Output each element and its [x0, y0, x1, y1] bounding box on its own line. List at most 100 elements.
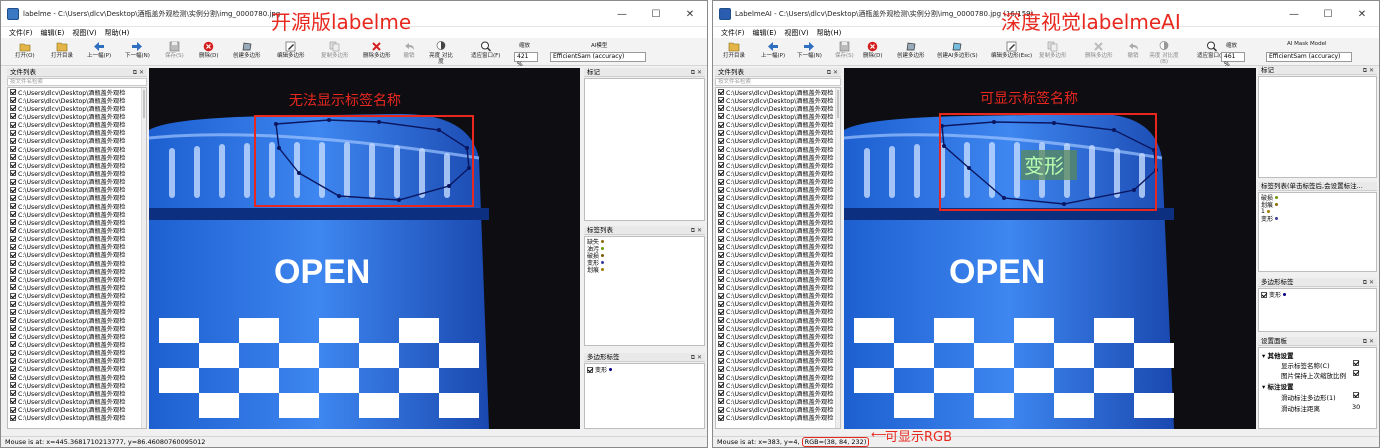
- file-checkbox[interactable]: [10, 203, 16, 210]
- file-checkbox[interactable]: [10, 300, 16, 307]
- zoom-input[interactable]: 421 %: [514, 52, 538, 68]
- label-list-item[interactable]: 划痕: [1259, 201, 1376, 209]
- file-checkbox[interactable]: [10, 414, 16, 421]
- panel-float-close-icon[interactable]: ⧉ ✕: [133, 68, 144, 77]
- undo-button[interactable]: 撤销: [403, 39, 415, 65]
- label-list-item[interactable]: 划痕: [585, 266, 704, 274]
- file-checkbox[interactable]: [718, 113, 724, 120]
- file-checkbox[interactable]: [10, 154, 16, 161]
- file-checkbox[interactable]: [718, 178, 724, 185]
- label-list-item[interactable]: 缺失: [585, 238, 704, 246]
- file-checkbox[interactable]: [10, 341, 16, 348]
- file-checkbox[interactable]: [718, 97, 724, 104]
- create-polygon-button[interactable]: 创建多边形: [897, 39, 925, 65]
- prev-image-button[interactable]: 上一幅(P): [87, 39, 111, 65]
- file-checkbox[interactable]: [10, 113, 16, 120]
- file-checkbox[interactable]: [10, 284, 16, 291]
- file-checkbox[interactable]: [718, 194, 724, 201]
- file-checkbox[interactable]: [10, 325, 16, 332]
- file-checkbox[interactable]: [718, 414, 724, 421]
- file-checkbox[interactable]: [10, 170, 16, 177]
- copy-polygon-button[interactable]: 复制多边形: [321, 39, 349, 65]
- file-checkbox[interactable]: [718, 365, 724, 372]
- file-list-item[interactable]: C:\Users\dlcv\Desktop\酒瓶盖外观检: [716, 414, 840, 422]
- file-checkbox[interactable]: [718, 325, 724, 332]
- file-checkbox[interactable]: [718, 300, 724, 307]
- file-checkbox[interactable]: [718, 227, 724, 234]
- file-checkbox[interactable]: [718, 154, 724, 161]
- menu-file[interactable]: 文件(F): [721, 28, 745, 38]
- show-label-name-checkbox[interactable]: [1353, 360, 1359, 366]
- file-checkbox[interactable]: [718, 121, 724, 128]
- file-search-input[interactable]: 按文件名检索: [715, 78, 841, 86]
- file-checkbox[interactable]: [10, 398, 16, 405]
- minimize-button[interactable]: —: [605, 1, 639, 27]
- polygon-label-item[interactable]: 变形: [1259, 291, 1376, 299]
- create-ai-polygon-button[interactable]: 创建AI多边形(S): [937, 39, 978, 65]
- menu-edit[interactable]: 编辑(E): [753, 28, 777, 38]
- zoom-input[interactable]: 461 %: [1221, 52, 1245, 68]
- edit-polygon-button[interactable]: 编辑多边形: [277, 39, 305, 65]
- scroll-polygon-checkbox[interactable]: [1353, 392, 1359, 398]
- file-checkbox[interactable]: [718, 406, 724, 413]
- menu-help[interactable]: 帮助(H): [817, 28, 842, 38]
- file-checkbox[interactable]: [10, 194, 16, 201]
- file-checkbox[interactable]: [718, 373, 724, 380]
- file-checkbox[interactable]: [10, 268, 16, 275]
- menu-file[interactable]: 文件(F): [9, 28, 33, 38]
- image-canvas[interactable]: OPEN 无法显示标签名称: [149, 68, 580, 429]
- menu-view[interactable]: 视图(V): [72, 28, 96, 38]
- file-checkbox[interactable]: [10, 382, 16, 389]
- file-checkbox[interactable]: [10, 308, 16, 315]
- file-checkbox[interactable]: [10, 162, 16, 169]
- file-list-item[interactable]: C:\Users\dlcv\Desktop\酒瓶盖外观检: [8, 414, 146, 422]
- file-checkbox[interactable]: [10, 357, 16, 364]
- file-checkbox[interactable]: [10, 292, 16, 299]
- edit-polygon-button[interactable]: 编辑多边形(Esc): [991, 39, 1032, 65]
- label-list-item[interactable]: 1: [1259, 208, 1376, 215]
- file-checkbox[interactable]: [718, 129, 724, 136]
- file-checkbox[interactable]: [10, 235, 16, 242]
- file-checkbox[interactable]: [718, 235, 724, 242]
- file-checkbox[interactable]: [718, 243, 724, 250]
- maximize-button[interactable]: ☐: [1311, 1, 1345, 27]
- save-button[interactable]: 保存(S): [165, 39, 184, 65]
- file-checkbox[interactable]: [718, 211, 724, 218]
- file-checkbox[interactable]: [10, 365, 16, 372]
- file-checkbox[interactable]: [718, 89, 724, 96]
- file-checkbox[interactable]: [10, 219, 16, 226]
- keep-zoom-checkbox[interactable]: [1353, 370, 1359, 376]
- file-checkbox[interactable]: [718, 146, 724, 153]
- file-checkbox[interactable]: [10, 276, 16, 283]
- menu-edit[interactable]: 编辑(E): [41, 28, 65, 38]
- open-button[interactable]: 打开(O): [15, 39, 35, 65]
- file-list-scrollbar[interactable]: [141, 88, 146, 428]
- file-checkbox[interactable]: [10, 251, 16, 258]
- copy-polygon-button[interactable]: 复制多边形: [1039, 39, 1067, 65]
- ai-model-select[interactable]: EfficientSam (accuracy): [550, 52, 646, 62]
- file-checkbox[interactable]: [10, 186, 16, 193]
- file-checkbox[interactable]: [10, 137, 16, 144]
- file-checkbox[interactable]: [10, 390, 16, 397]
- undo-button[interactable]: 撤销: [1127, 39, 1139, 65]
- file-checkbox[interactable]: [10, 333, 16, 340]
- file-checkbox[interactable]: [10, 317, 16, 323]
- file-checkbox[interactable]: [718, 170, 724, 177]
- file-checkbox[interactable]: [718, 105, 724, 112]
- file-checkbox[interactable]: [10, 406, 16, 413]
- file-checkbox[interactable]: [718, 398, 724, 405]
- open-dir-button[interactable]: 打开目录: [51, 39, 73, 65]
- maximize-button[interactable]: ☐: [639, 1, 673, 27]
- file-checkbox[interactable]: [10, 89, 16, 96]
- file-checkbox[interactable]: [718, 260, 724, 267]
- save-button[interactable]: 保存(S): [835, 39, 854, 65]
- label-list-item[interactable]: 破损: [1259, 194, 1376, 202]
- fit-window-button[interactable]: 适应窗口(F): [471, 39, 500, 65]
- file-checkbox[interactable]: [10, 178, 16, 185]
- close-button[interactable]: ✕: [1345, 1, 1379, 27]
- image-canvas[interactable]: OPEN 变形 可显示标签名称: [844, 68, 1256, 429]
- file-checkbox[interactable]: [718, 308, 724, 315]
- file-checkbox[interactable]: [718, 276, 724, 283]
- file-checkbox[interactable]: [10, 373, 16, 380]
- file-checkbox[interactable]: [718, 349, 724, 356]
